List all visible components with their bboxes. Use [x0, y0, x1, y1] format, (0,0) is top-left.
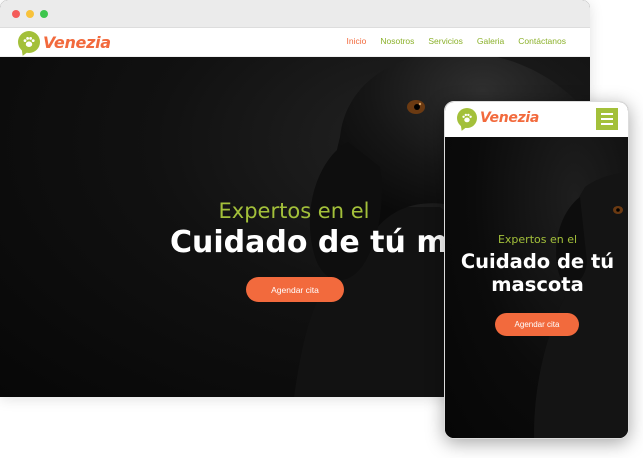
- mobile-hero-section: Expertos en el Cuidado de tú mascota Age…: [445, 137, 628, 438]
- nav-item-nosotros[interactable]: Nosotros: [380, 36, 414, 46]
- mobile-hero-subtitle: Expertos en el: [497, 233, 578, 246]
- nav-item-inicio[interactable]: Inicio: [347, 36, 367, 46]
- paw-icon: [457, 108, 477, 128]
- window-maximize-dot[interactable]: [40, 10, 48, 18]
- mobile-logo-text: Venezia: [480, 110, 540, 126]
- logo[interactable]: Venezia: [18, 31, 111, 53]
- nav-item-contactanos[interactable]: Contáctanos: [518, 36, 566, 46]
- mobile-dog-photo: [534, 172, 628, 438]
- mobile-hero-text: Expertos en el Cuidado de tú mascota: [445, 233, 628, 296]
- nav-item-galeria[interactable]: Galeria: [477, 36, 504, 46]
- site-header: Venezia Inicio Nosotros Servicios Galeri…: [0, 28, 590, 57]
- window-minimize-dot[interactable]: [26, 10, 34, 18]
- mobile-mockup: Venezia Expertos en el Cuidado de tú mas…: [444, 101, 629, 439]
- mobile-agendar-cita-button[interactable]: Agendar cita: [495, 313, 579, 336]
- mobile-hero-title: Cuidado de tú mascota: [460, 250, 615, 296]
- hamburger-menu-icon[interactable]: [596, 108, 618, 130]
- agendar-cita-button[interactable]: Agendar cita: [246, 277, 344, 302]
- mobile-logo[interactable]: Venezia: [457, 108, 539, 128]
- mobile-header: Venezia: [445, 102, 628, 137]
- logo-text: Venezia: [43, 32, 111, 52]
- paw-icon: [18, 31, 40, 53]
- main-nav: Inicio Nosotros Servicios Galeria Contác…: [347, 36, 566, 46]
- nav-item-servicios[interactable]: Servicios: [428, 36, 462, 46]
- window-close-dot[interactable]: [12, 10, 20, 18]
- browser-chrome: [0, 0, 590, 28]
